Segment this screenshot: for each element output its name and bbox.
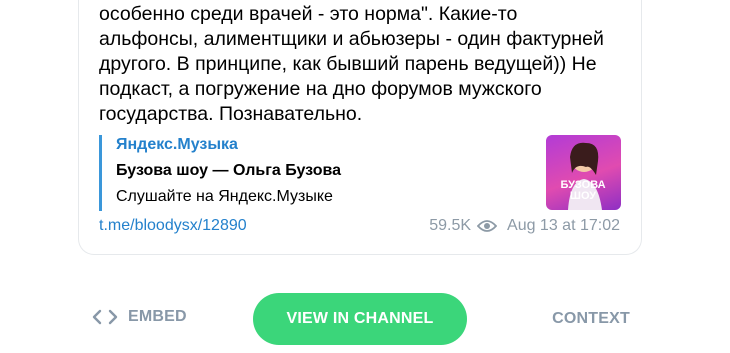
context-button[interactable]: CONTEXT [552, 310, 630, 328]
preview-description: Слушайте на Яндекс.Музыке [116, 188, 333, 205]
embed-label: EMBED [128, 308, 187, 325]
telegram-post-widget: особенно среди врачей - это норма". Каки… [0, 0, 730, 353]
views-count: 59.5K [429, 217, 472, 234]
message-card: особенно среди врачей - это норма". Каки… [78, 0, 642, 255]
embed-button[interactable]: EMBED [92, 308, 187, 326]
preview-site-name: Яндекс.Музыка [116, 136, 238, 153]
thumbnail-text-2: ШОУ [570, 190, 596, 202]
code-icon [92, 309, 118, 325]
post-date[interactable]: Aug 13 at 17:02 [507, 216, 620, 236]
preview-thumbnail[interactable]: БУЗОВА ШОУ [546, 135, 621, 210]
preview-title: Бузова шоу — Ольга Бузова [116, 162, 342, 179]
link-preview[interactable]: Яндекс.Музыка Бузова шоу — Ольга Бузова … [99, 135, 621, 211]
view-in-channel-button[interactable]: VIEW IN CHANNEL [253, 293, 467, 345]
message-text: особенно среди врачей - это норма". Каки… [99, 3, 604, 125]
eye-icon [477, 220, 498, 232]
post-link[interactable]: t.me/bloodysx/12890 [99, 216, 247, 236]
post-meta: 59.5K Aug 13 at 17:02 [429, 216, 620, 236]
